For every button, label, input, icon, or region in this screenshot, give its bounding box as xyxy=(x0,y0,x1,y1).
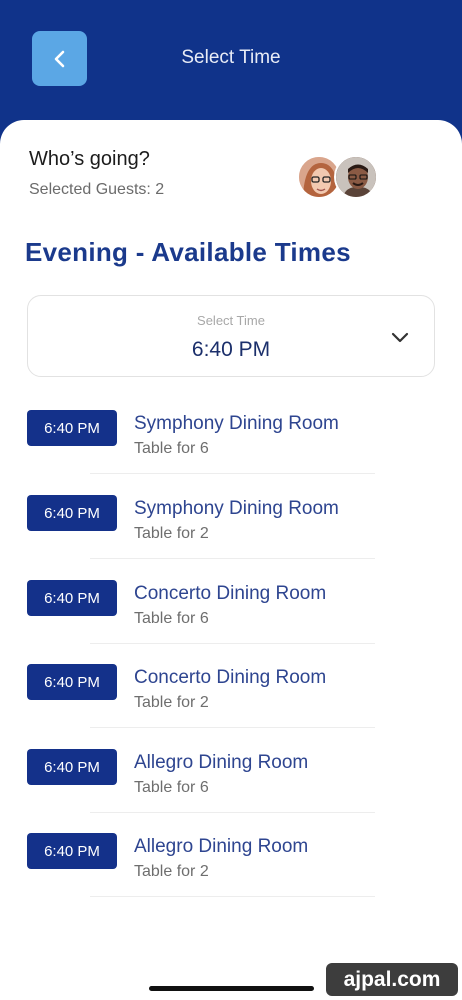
table-size: Table for 6 xyxy=(134,610,209,627)
table-size: Table for 6 xyxy=(134,440,209,457)
divider xyxy=(90,643,375,644)
guests-title: Who’s going? xyxy=(29,148,150,170)
room-name[interactable]: Symphony Dining Room xyxy=(134,498,339,520)
time-option[interactable]: 6:40 PM Symphony Dining Room Table for 2 xyxy=(0,488,462,572)
time-badge[interactable]: 6:40 PM xyxy=(27,410,117,446)
table-size: Table for 2 xyxy=(134,694,209,711)
page-title: Select Time xyxy=(181,47,281,68)
room-name[interactable]: Allegro Dining Room xyxy=(134,836,308,858)
room-name[interactable]: Symphony Dining Room xyxy=(134,413,339,435)
table-size: Table for 6 xyxy=(134,779,209,796)
content-sheet: Who’s going? Selected Guests: 2 Evening … xyxy=(0,120,462,1000)
app-header: Select Time xyxy=(0,0,462,130)
avatar-man-image xyxy=(336,157,376,197)
time-select-label: Select Time xyxy=(197,313,265,328)
divider xyxy=(90,473,375,474)
time-badge[interactable]: 6:40 PM xyxy=(27,749,117,785)
time-option[interactable]: 6:40 PM Concerto Dining Room Table for 6 xyxy=(0,573,462,657)
chevron-down-icon[interactable] xyxy=(388,325,412,349)
time-option[interactable]: 6:40 PM Allegro Dining Room Table for 2 xyxy=(0,826,462,910)
room-name[interactable]: Allegro Dining Room xyxy=(134,752,308,774)
divider xyxy=(90,558,375,559)
selected-guests-count: Selected Guests: 2 xyxy=(29,181,165,198)
divider xyxy=(90,896,375,897)
divider xyxy=(90,812,375,813)
home-indicator[interactable] xyxy=(149,986,314,991)
time-option[interactable]: 6:40 PM Allegro Dining Room Table for 6 xyxy=(0,742,462,826)
table-size: Table for 2 xyxy=(134,525,209,542)
time-badge[interactable]: 6:40 PM xyxy=(27,664,117,700)
divider xyxy=(90,727,375,728)
room-name[interactable]: Concerto Dining Room xyxy=(134,667,326,689)
room-name[interactable]: Concerto Dining Room xyxy=(134,583,326,605)
time-badge[interactable]: 6:40 PM xyxy=(27,580,117,616)
time-option[interactable]: 6:40 PM Symphony Dining Room Table for 6 xyxy=(0,403,462,487)
section-title: Evening - Available Times xyxy=(25,237,351,267)
table-size: Table for 2 xyxy=(134,863,209,880)
avatar[interactable] xyxy=(334,155,378,199)
watermark: ajpal.com xyxy=(326,963,458,996)
time-option[interactable]: 6:40 PM Concerto Dining Room Table for 2 xyxy=(0,657,462,741)
time-select-value: 6:40 PM xyxy=(191,338,271,361)
time-badge[interactable]: 6:40 PM xyxy=(27,495,117,531)
time-badge[interactable]: 6:40 PM xyxy=(27,833,117,869)
time-select-dropdown[interactable]: Select Time 6:40 PM xyxy=(27,295,435,377)
